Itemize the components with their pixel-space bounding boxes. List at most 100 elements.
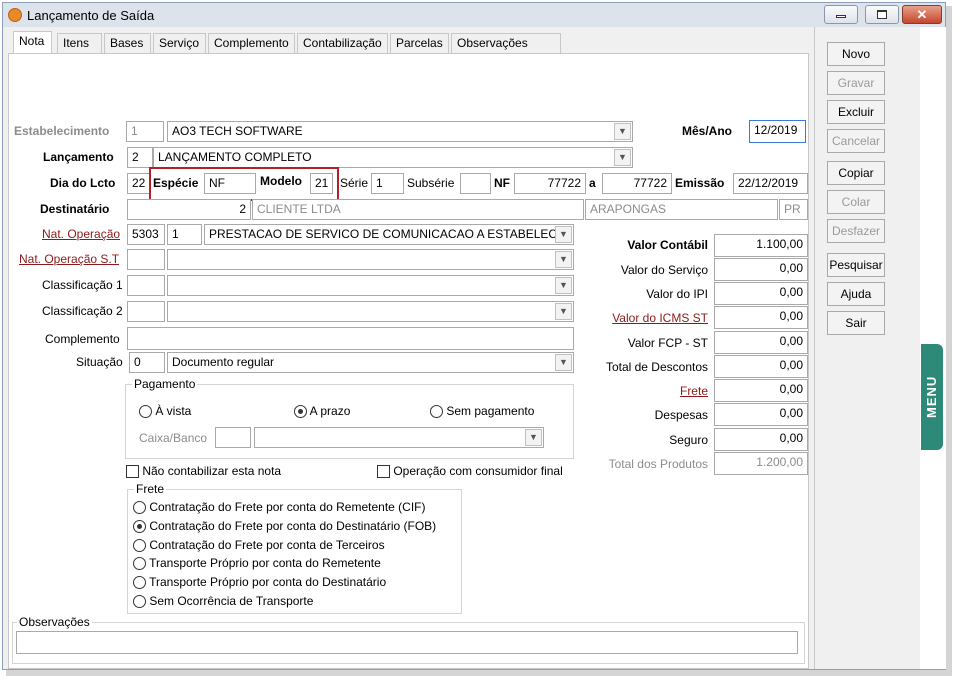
complemento-input[interactable] bbox=[127, 327, 574, 350]
radio-frete-5[interactable] bbox=[133, 595, 146, 609]
situacao-select[interactable]: Documento regular ▼ bbox=[167, 352, 574, 373]
radio-frete-0[interactable] bbox=[133, 501, 146, 515]
radio-sem-pagamento[interactable] bbox=[430, 405, 443, 419]
frete-option-4[interactable]: Transporte Próprio por conta do Destinat… bbox=[133, 575, 386, 590]
pesquisar-button[interactable]: Pesquisar bbox=[827, 253, 885, 277]
classificacao2-select[interactable]: ▼ bbox=[167, 301, 574, 322]
close-button[interactable]: ✕ bbox=[902, 5, 942, 24]
dia-lcto-input[interactable]: 22 bbox=[127, 173, 150, 194]
nat-operacao-st-code[interactable] bbox=[127, 249, 165, 270]
tab-observacoes-efd[interactable]: Observações EFD bbox=[451, 33, 561, 69]
valor-contabil-input[interactable]: 1.100,00 bbox=[714, 234, 808, 257]
desfazer-button[interactable]: Desfazer bbox=[827, 219, 885, 243]
emissao-input[interactable]: 22/12/2019 bbox=[733, 173, 808, 194]
consumidor-final-box[interactable] bbox=[377, 465, 390, 479]
valor-fcp-st-input[interactable]: 0,00 bbox=[714, 331, 808, 354]
gravar-button[interactable]: Gravar bbox=[827, 71, 885, 95]
valor-icms-st-input[interactable]: 0,00 bbox=[714, 306, 808, 329]
especie-input[interactable]: NF bbox=[204, 173, 256, 194]
pagamento-option-avista[interactable]: À vista bbox=[139, 404, 191, 419]
frete-option-5-label: Sem Ocorrência de Transporte bbox=[149, 594, 314, 608]
frete-valor-input[interactable]: 0,00 bbox=[714, 379, 808, 402]
total-descontos-input[interactable]: 0,00 bbox=[714, 355, 808, 378]
estabelecimento-code[interactable]: 1 bbox=[126, 121, 164, 142]
pagamento-option-aprazo[interactable]: A prazo bbox=[294, 404, 350, 419]
frete-option-2[interactable]: Contratação do Frete por conta de Tercei… bbox=[133, 538, 385, 553]
nat-operacao-seq[interactable]: 1 bbox=[167, 224, 202, 245]
frete-option-1-label: Contratação do Frete por conta do Destin… bbox=[149, 519, 437, 533]
valor-ipi-input[interactable]: 0,00 bbox=[714, 282, 808, 305]
sair-button[interactable]: Sair bbox=[827, 311, 885, 335]
maximize-button[interactable] bbox=[865, 5, 899, 24]
caixa-banco-select[interactable]: ▼ bbox=[254, 427, 544, 448]
destinatario-code[interactable]: 2 bbox=[127, 199, 251, 220]
mes-ano-label: Mês/Ano bbox=[682, 124, 733, 138]
copiar-button[interactable]: Copiar bbox=[827, 161, 885, 185]
radio-avista[interactable] bbox=[139, 405, 152, 419]
classificacao2-label: Classificação 2 bbox=[42, 304, 123, 318]
modelo-input[interactable]: 21 bbox=[310, 173, 333, 194]
seguro-input[interactable]: 0,00 bbox=[714, 428, 808, 451]
classificacao1-select[interactable]: ▼ bbox=[167, 275, 574, 296]
pagamento-option-sem[interactable]: Sem pagamento bbox=[430, 404, 534, 419]
consumidor-final-check[interactable]: Operação com consumidor final bbox=[377, 464, 563, 479]
ajuda-button[interactable]: Ajuda bbox=[827, 282, 885, 306]
lancamento-code[interactable]: 2 bbox=[127, 147, 153, 168]
nao-contabilizar-box[interactable] bbox=[126, 465, 139, 479]
nf-label: NF bbox=[494, 176, 510, 190]
classificacao1-code[interactable] bbox=[127, 275, 165, 296]
pagamento-label: Pagamento bbox=[132, 377, 198, 391]
tab-nota[interactable]: Nota bbox=[13, 31, 52, 53]
excluir-button[interactable]: Excluir bbox=[827, 100, 885, 124]
nao-contabilizar-check[interactable]: Não contabilizar esta nota bbox=[126, 464, 281, 479]
lancamento-label: Lançamento bbox=[43, 150, 114, 164]
modelo-label: Modelo bbox=[260, 174, 302, 188]
main-window: Lançamento de Saída ✕ Nota Itens Bases S… bbox=[2, 2, 946, 670]
radio-frete-3[interactable] bbox=[133, 557, 146, 571]
nf-to-input[interactable]: 77722 bbox=[602, 173, 672, 194]
tab-servico[interactable]: Serviço bbox=[153, 33, 206, 54]
tab-itens[interactable]: Itens bbox=[57, 33, 102, 54]
radio-aprazo[interactable] bbox=[294, 405, 307, 419]
observacoes-input[interactable] bbox=[16, 631, 798, 654]
total-produtos-label: Total dos Produtos bbox=[608, 457, 708, 471]
tab-complemento[interactable]: Complemento bbox=[208, 33, 295, 54]
nat-operacao-st-select[interactable]: ▼ bbox=[167, 249, 574, 270]
seguro-label: Seguro bbox=[669, 433, 708, 447]
tab-bases[interactable]: Bases bbox=[104, 33, 151, 54]
classificacao2-code[interactable] bbox=[127, 301, 165, 322]
lancamento-select[interactable]: LANÇAMENTO COMPLETO ▼ bbox=[153, 147, 633, 168]
despesas-input[interactable]: 0,00 bbox=[714, 403, 808, 426]
colar-button[interactable]: Colar bbox=[827, 190, 885, 214]
nat-operacao-st-label[interactable]: Nat. Operação S.T bbox=[19, 252, 119, 266]
frete-option-1[interactable]: Contratação do Frete por conta do Destin… bbox=[133, 519, 437, 534]
cancelar-button[interactable]: Cancelar bbox=[827, 129, 885, 153]
menu-tab[interactable]: MENU bbox=[921, 344, 943, 450]
novo-button[interactable]: Novo bbox=[827, 42, 885, 66]
radio-frete-2[interactable] bbox=[133, 539, 146, 553]
frete-option-0[interactable]: Contratação do Frete por conta do Remete… bbox=[133, 500, 425, 515]
complemento-label: Complemento bbox=[45, 332, 120, 346]
tab-contabilizacao[interactable]: Contabilização bbox=[297, 33, 388, 54]
valor-icms-st-label[interactable]: Valor do ICMS ST bbox=[589, 311, 708, 325]
frete-option-5[interactable]: Sem Ocorrência de Transporte bbox=[133, 594, 314, 609]
nat-operacao-select[interactable]: PRESTACAO DE SERVICO DE COMUNICACAO A ES… bbox=[204, 224, 574, 245]
frete-valor-label[interactable]: Frete bbox=[589, 384, 708, 398]
minimize-button[interactable] bbox=[824, 5, 858, 24]
serie-label: Série bbox=[340, 176, 369, 190]
total-produtos-input: 1.200,00 bbox=[714, 452, 808, 475]
nat-operacao-code[interactable]: 5303 bbox=[127, 224, 165, 245]
tab-parcelas[interactable]: Parcelas bbox=[390, 33, 449, 54]
valor-servico-input[interactable]: 0,00 bbox=[714, 258, 808, 281]
caixa-banco-code[interactable] bbox=[215, 427, 251, 448]
subserie-input[interactable] bbox=[460, 173, 491, 194]
nf-from-input[interactable]: 77722 bbox=[514, 173, 586, 194]
serie-input[interactable]: 1 bbox=[371, 173, 404, 194]
radio-frete-1[interactable] bbox=[133, 520, 146, 534]
nat-operacao-label[interactable]: Nat. Operação bbox=[42, 227, 120, 241]
mes-ano-input[interactable]: 12/2019 bbox=[749, 120, 806, 143]
radio-frete-4[interactable] bbox=[133, 576, 146, 590]
frete-option-3[interactable]: Transporte Próprio por conta do Remetent… bbox=[133, 556, 381, 571]
estabelecimento-select[interactable]: AO3 TECH SOFTWARE ▼ bbox=[167, 121, 633, 142]
situacao-code[interactable]: 0 bbox=[129, 352, 165, 373]
